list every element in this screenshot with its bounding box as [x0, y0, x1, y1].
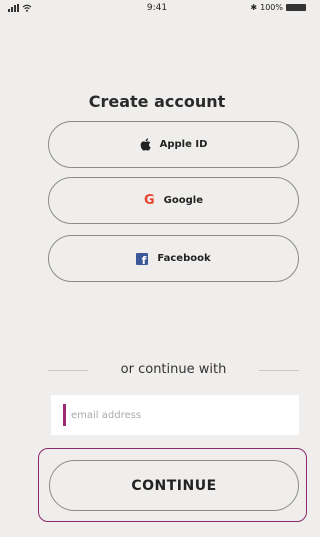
apple-id-label: Apple ID [159, 139, 208, 150]
apple-id-button[interactable]: Apple ID [48, 121, 299, 168]
text-cursor [63, 404, 66, 426]
continue-button[interactable]: CONTINUE [49, 460, 299, 511]
facebook-icon: f [136, 252, 149, 267]
or-continue-divider: or continue with [48, 360, 299, 380]
google-label: Google [163, 195, 203, 206]
email-field-container [51, 395, 299, 435]
page-title: Create account [88, 92, 226, 111]
facebook-button[interactable]: f Facebook [48, 235, 299, 282]
google-button[interactable]: G Google [48, 177, 299, 224]
bluetooth-icon: ✱ [250, 3, 258, 12]
battery-icon [286, 4, 306, 11]
battery-percent: 100% [260, 3, 283, 12]
facebook-label: Facebook [157, 253, 211, 264]
status-bar: 9:41 ✱ 100% [0, 0, 314, 18]
google-icon: G [144, 193, 155, 208]
facebook-icon-glyph: f [141, 253, 147, 267]
email-field[interactable] [71, 395, 291, 435]
divider-line-right [259, 370, 299, 371]
status-right: ✱ 100% [250, 3, 306, 12]
apple-icon [140, 138, 151, 151]
